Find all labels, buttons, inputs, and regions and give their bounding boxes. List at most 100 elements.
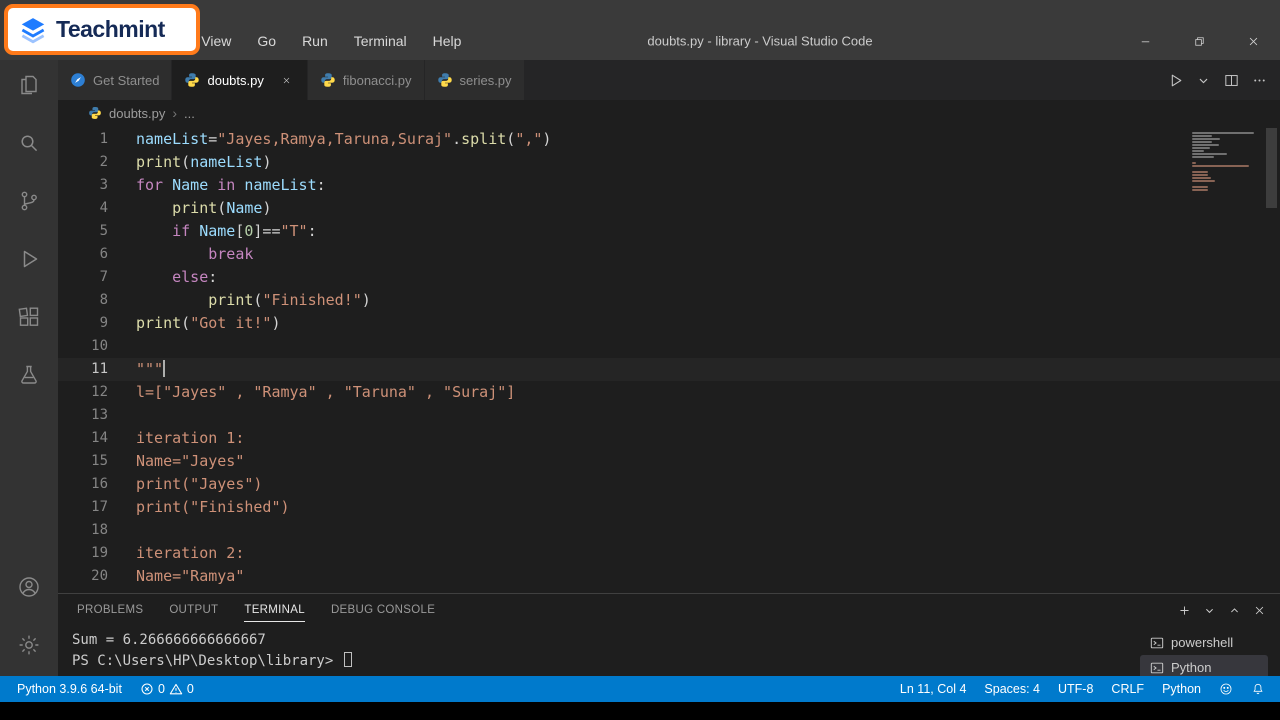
cursor-position[interactable]: Ln 11, Col 4: [891, 676, 975, 702]
code-line-10[interactable]: 10: [58, 335, 1280, 358]
code-line-2[interactable]: 2 print(nameList): [58, 151, 1280, 174]
menu-help[interactable]: Help: [420, 26, 475, 56]
code-line-13[interactable]: 13: [58, 404, 1280, 427]
line-number[interactable]: 20: [58, 565, 136, 588]
line-number[interactable]: 9: [58, 312, 136, 335]
activity-testing-icon[interactable]: [15, 361, 43, 389]
editor-cursor: [163, 360, 166, 377]
feedback[interactable]: [1210, 676, 1242, 702]
panel-body: Sum = 6.266666666666667 PS C:\Users\HP\De…: [58, 626, 1280, 680]
code-editor[interactable]: 1 nameList="Jayes,Ramya,Taruna,Suraj".spl…: [58, 126, 1280, 593]
line-number[interactable]: 1: [58, 128, 136, 151]
breadcrumb-file[interactable]: doubts.py: [109, 106, 165, 121]
python-interpreter[interactable]: Python 3.9.6 64-bit: [8, 676, 131, 702]
line-number[interactable]: 13: [58, 404, 136, 427]
code-line-19[interactable]: 19 iteration 2:: [58, 542, 1280, 565]
panel-tab-problems[interactable]: PROBLEMS: [64, 594, 156, 626]
encoding[interactable]: UTF-8: [1049, 676, 1102, 702]
close-panel-button[interactable]: [1247, 598, 1272, 623]
line-number[interactable]: 7: [58, 266, 136, 289]
indentation[interactable]: Spaces: 4: [975, 676, 1049, 702]
line-number[interactable]: 18: [58, 519, 136, 542]
line-number[interactable]: 8: [58, 289, 136, 312]
scrollbar-thumb[interactable]: [1266, 128, 1277, 208]
code-line-6[interactable]: 6 break: [58, 243, 1280, 266]
activity-explorer-icon[interactable]: [15, 71, 43, 99]
line-number[interactable]: 2: [58, 151, 136, 174]
menu-go[interactable]: Go: [244, 26, 289, 56]
code-line-20[interactable]: 20 Name="Ramya": [58, 565, 1280, 588]
tab-series-py[interactable]: series.py: [424, 60, 525, 100]
terminal-output[interactable]: Sum = 6.266666666666667 PS C:\Users\HP\De…: [58, 630, 1140, 676]
split-editor-button[interactable]: [1218, 67, 1244, 93]
code-text: print(nameList): [136, 153, 272, 171]
minimap[interactable]: [1192, 132, 1258, 192]
code-line-15[interactable]: 15 Name="Jayes": [58, 450, 1280, 473]
code-line-5[interactable]: 5 if Name[0]=="T":: [58, 220, 1280, 243]
menu-terminal[interactable]: Terminal: [341, 26, 420, 56]
activity-settings-gear-icon[interactable]: [15, 631, 43, 659]
line-number[interactable]: 17: [58, 496, 136, 519]
menu-run[interactable]: Run: [289, 26, 341, 56]
notifications[interactable]: [1242, 676, 1274, 702]
line-number[interactable]: 14: [58, 427, 136, 450]
code-line-9[interactable]: 9 print("Got it!"): [58, 312, 1280, 335]
more-actions-button[interactable]: [1246, 67, 1272, 93]
code-line-18[interactable]: 18: [58, 519, 1280, 542]
line-number[interactable]: 15: [58, 450, 136, 473]
code-line-16[interactable]: 16 print("Jayes"): [58, 473, 1280, 496]
activity-run-debug-icon[interactable]: [15, 245, 43, 273]
eol[interactable]: CRLF: [1102, 676, 1153, 702]
panel-tab-debug-console[interactable]: DEBUG CONSOLE: [318, 594, 448, 626]
minimize-button[interactable]: [1118, 26, 1172, 56]
panel-tab-output[interactable]: OUTPUT: [156, 594, 231, 626]
tab-doubts-py[interactable]: doubts.py: [172, 60, 308, 100]
code-line-7[interactable]: 7 else:: [58, 266, 1280, 289]
line-number[interactable]: 4: [58, 197, 136, 220]
activity-account-icon[interactable]: [15, 573, 43, 601]
line-number[interactable]: 11: [58, 358, 136, 381]
maximize-panel-button[interactable]: [1222, 598, 1247, 623]
activity-source-control-icon[interactable]: [15, 187, 43, 215]
code-line-12[interactable]: 12 l=["Jayes" , "Ramya" , "Taruna" , "Sur…: [58, 381, 1280, 404]
code-line-14[interactable]: 14 iteration 1:: [58, 427, 1280, 450]
panel-tab-terminal[interactable]: TERMINAL: [231, 594, 318, 626]
restore-button[interactable]: [1172, 26, 1226, 56]
activity-extensions-icon[interactable]: [15, 303, 43, 331]
code-line-11[interactable]: 11 """: [58, 358, 1280, 381]
editor-area: Get Started doubts.py fibonacci.py series.p…: [58, 60, 1280, 680]
code-text: print("Got it!"): [136, 314, 281, 332]
tab-fibonacci-py[interactable]: fibonacci.py: [307, 60, 425, 100]
line-number[interactable]: 10: [58, 335, 136, 358]
terminal-picker-chevron[interactable]: [1197, 598, 1222, 623]
activity-search-icon[interactable]: [15, 129, 43, 157]
code-line-3[interactable]: 3 for Name in nameList:: [58, 174, 1280, 197]
line-number[interactable]: 5: [58, 220, 136, 243]
chevron-down-button[interactable]: [1190, 67, 1216, 93]
editor-scrollbar[interactable]: [1266, 128, 1277, 576]
language-mode[interactable]: Python: [1153, 676, 1210, 702]
code-line-17[interactable]: 17 print("Finished"): [58, 496, 1280, 519]
error-icon: [140, 682, 154, 696]
line-number[interactable]: 3: [58, 174, 136, 197]
run-button-button[interactable]: [1162, 67, 1188, 93]
code-text: iteration 1:: [136, 429, 245, 447]
code-line-1[interactable]: 1 nameList="Jayes,Ramya,Taruna,Suraj".spl…: [58, 128, 1280, 151]
eol-label: CRLF: [1111, 682, 1145, 696]
close-window-button[interactable]: [1226, 26, 1280, 56]
line-number[interactable]: 16: [58, 473, 136, 496]
line-number[interactable]: 12: [58, 381, 136, 404]
tab-get-started[interactable]: Get Started: [58, 60, 173, 100]
line-number[interactable]: 19: [58, 542, 136, 565]
breadcrumb-more[interactable]: ...: [184, 106, 195, 121]
new-terminal-button[interactable]: [1172, 598, 1197, 623]
terminal-list-item-powershell[interactable]: powershell: [1140, 630, 1268, 655]
breadcrumb[interactable]: doubts.py › ...: [58, 100, 1280, 126]
problems-status[interactable]: 00: [131, 676, 203, 702]
teachmint-logo-text: Teachmint: [56, 16, 165, 42]
code-line-4[interactable]: 4 print(Name): [58, 197, 1280, 220]
code-line-8[interactable]: 8 print("Finished!"): [58, 289, 1280, 312]
tab-close-icon[interactable]: [279, 72, 295, 88]
panel-actions: [1172, 594, 1272, 626]
line-number[interactable]: 6: [58, 243, 136, 266]
